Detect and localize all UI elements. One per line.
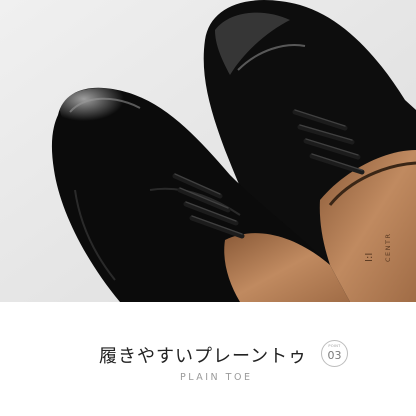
point-badge-label: POINT	[328, 344, 341, 348]
caption-title: 履きやすいプレーントゥ	[99, 346, 308, 367]
point-badge: POINT 03	[321, 340, 348, 367]
brand-text: CENTR	[384, 233, 392, 263]
caption-subtitle: PLAIN TOE	[180, 372, 253, 383]
brand-mark: I:I	[364, 253, 375, 262]
product-photo: I:I CENTR	[0, 0, 416, 302]
shoes-illustration: I:I CENTR	[0, 0, 416, 302]
point-badge-number: 03	[327, 349, 342, 362]
